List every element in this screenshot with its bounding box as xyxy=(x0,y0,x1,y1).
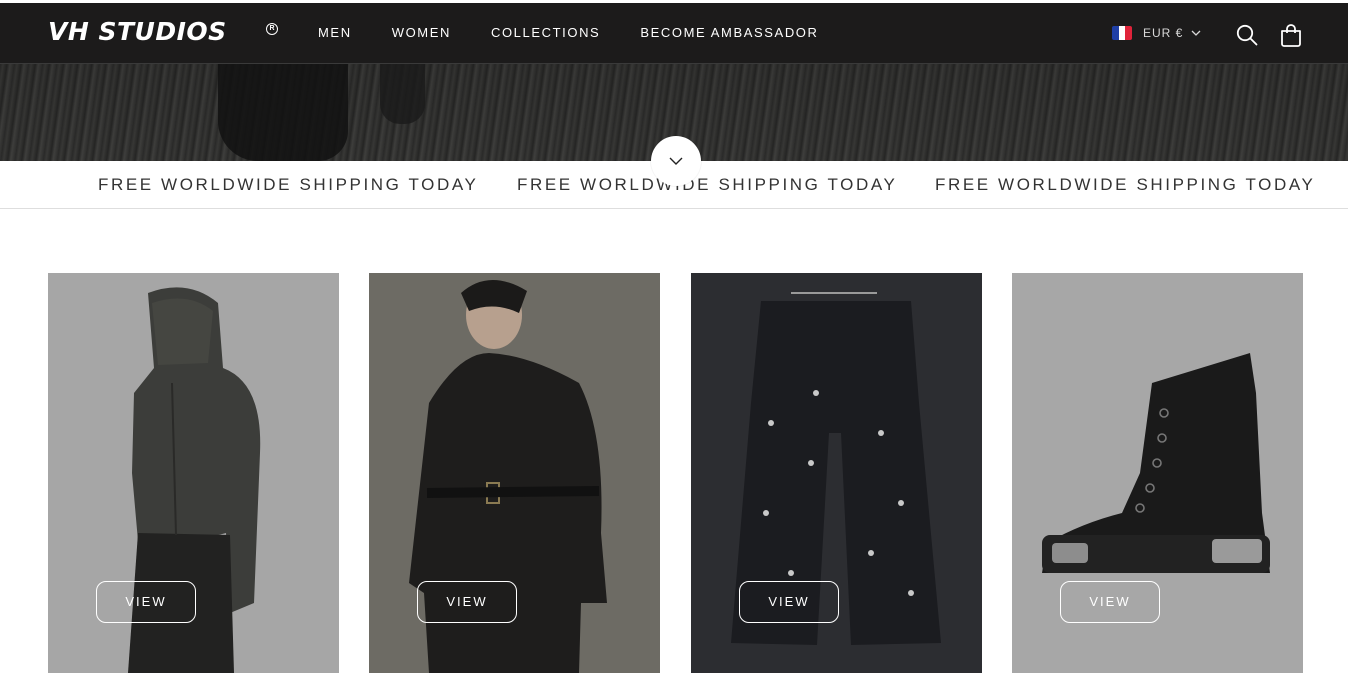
nav-men[interactable]: MEN xyxy=(318,25,352,41)
logo[interactable]: VH STUDIOS xyxy=(48,17,227,47)
currency-label: EUR € xyxy=(1143,26,1184,40)
nav-become-ambassador[interactable]: BECOME AMBASSADOR xyxy=(640,25,818,41)
product-card[interactable]: VIEW xyxy=(369,273,660,673)
view-button[interactable]: VIEW xyxy=(96,581,196,623)
chevron-down-icon xyxy=(669,157,683,165)
currency-selector[interactable]: EUR € xyxy=(1112,25,1201,41)
announcement-text: FREE WORLDWIDE SHIPPING TODAY xyxy=(98,175,479,194)
site-header: VH STUDIOS R MEN WOMEN COLLECTIONS BECOM… xyxy=(0,0,1348,64)
scroll-down-button[interactable] xyxy=(651,136,701,186)
announcement-text: FREE WORLDWIDE SHIPPING TODAY xyxy=(517,175,898,194)
announcement-text: FREE WORLDWIDE SHIPPING TODAY xyxy=(935,175,1316,194)
hero-figure-secondary xyxy=(380,64,425,124)
chevron-down-icon xyxy=(1191,30,1201,36)
nav-collections[interactable]: COLLECTIONS xyxy=(491,25,600,41)
view-button[interactable]: VIEW xyxy=(739,581,839,623)
product-card[interactable]: VIEW xyxy=(1012,273,1303,673)
view-button[interactable]: VIEW xyxy=(1060,581,1160,623)
hero-figure xyxy=(218,64,348,161)
france-flag-icon xyxy=(1112,26,1132,40)
main-nav: MEN WOMEN COLLECTIONS BECOME AMBASSADOR xyxy=(318,25,859,41)
product-card[interactable]: VIEW xyxy=(691,273,982,673)
search-icon[interactable] xyxy=(1236,24,1258,46)
product-card[interactable]: VIEW xyxy=(48,273,339,673)
registered-mark-icon: R xyxy=(266,23,278,35)
shopping-bag-icon[interactable] xyxy=(1280,23,1302,47)
view-button[interactable]: VIEW xyxy=(417,581,517,623)
nav-women[interactable]: WOMEN xyxy=(392,25,451,41)
